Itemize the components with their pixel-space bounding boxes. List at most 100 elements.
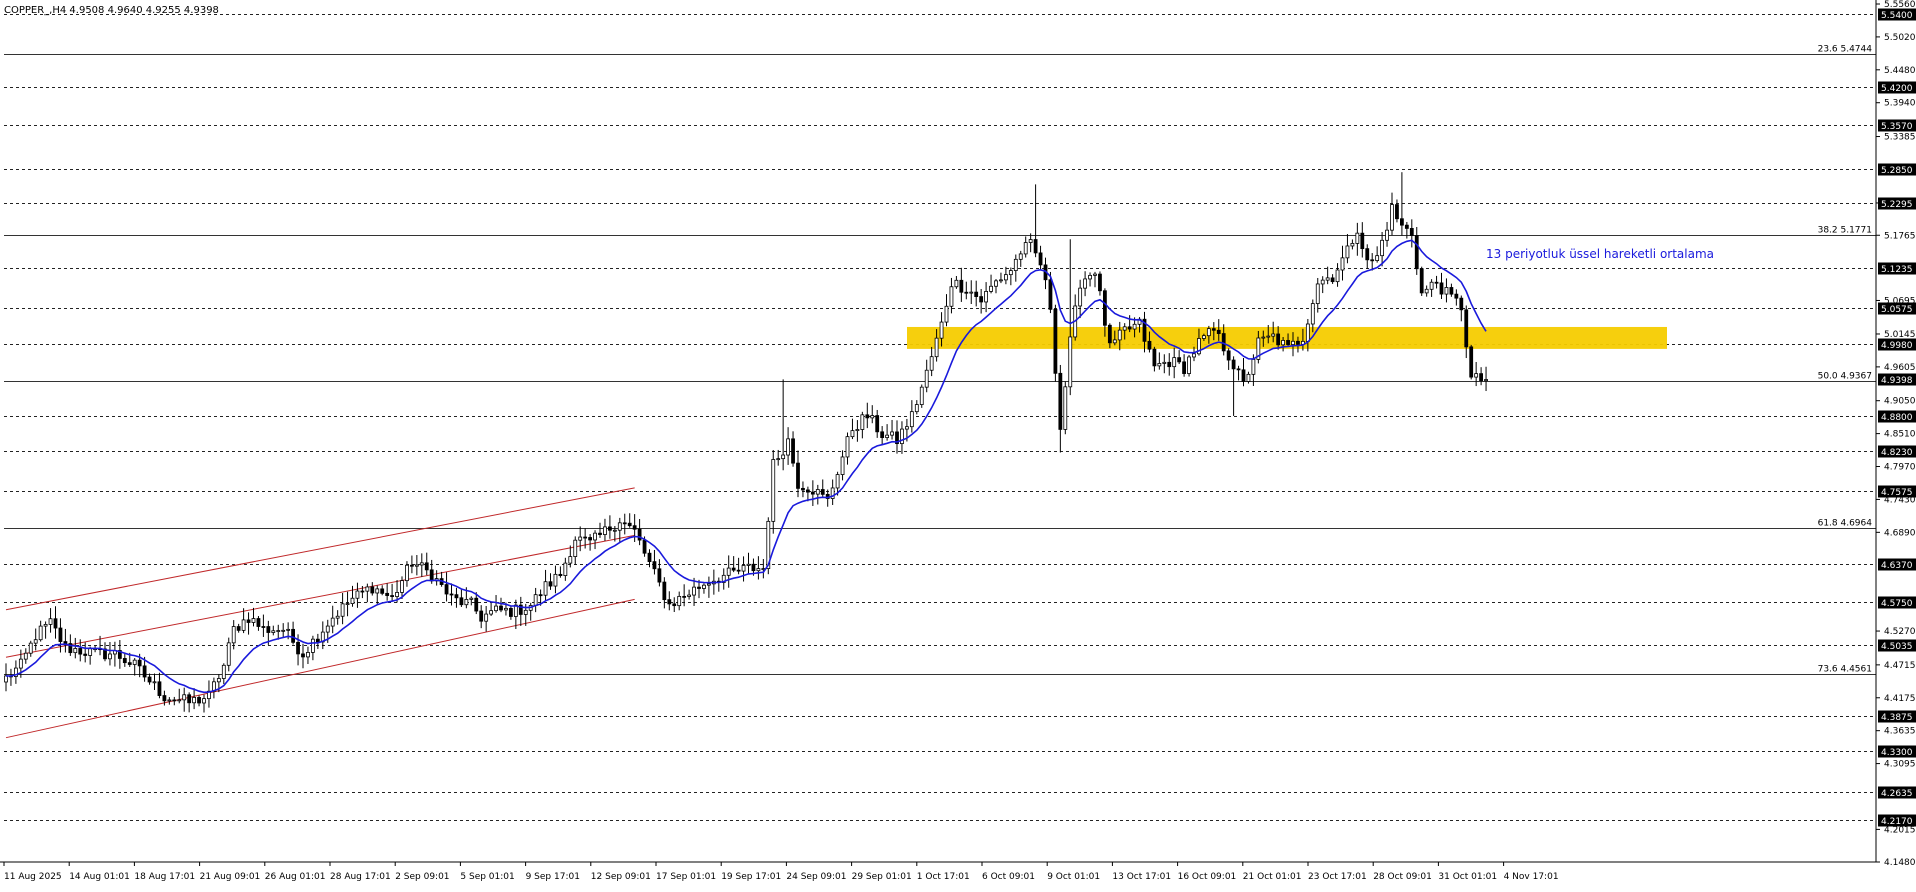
candle-body bbox=[325, 625, 330, 633]
candle-body bbox=[543, 581, 548, 596]
candle-body bbox=[1172, 357, 1177, 368]
candle-body bbox=[182, 694, 187, 701]
candle-body bbox=[23, 652, 28, 660]
candle-body bbox=[306, 652, 310, 658]
candle-body bbox=[617, 522, 622, 531]
candle-body bbox=[1419, 268, 1424, 294]
candle-body bbox=[1157, 363, 1162, 367]
candle-body bbox=[355, 590, 360, 599]
candle-body bbox=[142, 665, 147, 678]
candle-body bbox=[890, 431, 894, 436]
candle-body bbox=[627, 522, 632, 527]
time-tick-label: 14 Aug 01:01 bbox=[69, 872, 130, 882]
chart-background bbox=[0, 0, 1916, 888]
candle-body bbox=[137, 659, 142, 667]
candle-body bbox=[395, 591, 399, 597]
level-price-label: 4.8230 bbox=[1881, 448, 1913, 458]
fibonacci-label: 61.8 4.6964 bbox=[1818, 519, 1873, 529]
candle-body bbox=[192, 697, 197, 704]
candle-body bbox=[1103, 290, 1107, 326]
price-tick-label: 4.4175 bbox=[1884, 694, 1916, 704]
candle-body bbox=[999, 279, 1003, 282]
candle-body bbox=[38, 625, 43, 641]
time-tick-label: 23 Oct 17:01 bbox=[1308, 872, 1367, 882]
candle-body bbox=[1484, 379, 1488, 382]
level-price-label: 5.3570 bbox=[1881, 122, 1913, 132]
candle-body bbox=[43, 624, 48, 627]
candle-body bbox=[632, 525, 637, 530]
candle-body bbox=[1018, 253, 1023, 260]
candle-body bbox=[390, 595, 395, 597]
candle-body bbox=[83, 653, 88, 656]
candle-body bbox=[1246, 373, 1251, 382]
candle-body bbox=[870, 415, 875, 419]
candle-body bbox=[1182, 361, 1186, 374]
level-price-label: 4.3875 bbox=[1881, 713, 1913, 723]
candle-body bbox=[360, 590, 365, 593]
candle-body bbox=[994, 280, 998, 287]
candle-body bbox=[810, 491, 815, 495]
candle-body bbox=[1038, 252, 1043, 266]
price-tick-label: 4.7970 bbox=[1884, 463, 1916, 473]
candle-body bbox=[885, 434, 889, 438]
candle-body bbox=[73, 648, 78, 654]
candle-body bbox=[845, 436, 850, 458]
candle-body bbox=[583, 536, 588, 539]
time-tick-label: 29 Sep 01:01 bbox=[852, 872, 912, 882]
candle-body bbox=[1226, 350, 1231, 361]
candle-body bbox=[598, 532, 602, 535]
candle-body bbox=[256, 618, 261, 627]
level-price-label: 4.8800 bbox=[1881, 413, 1913, 423]
chart-area: 23.6 5.4744 38.2 5.1771 50.0 4.9367 61.8 4.… bbox=[0, 0, 1916, 888]
candle-body bbox=[682, 595, 687, 598]
candle-body bbox=[1291, 340, 1295, 345]
candle-body bbox=[1167, 361, 1172, 368]
candle-body bbox=[657, 568, 662, 583]
candle-body bbox=[1335, 269, 1340, 283]
candle-body bbox=[370, 586, 375, 594]
candle-body bbox=[1434, 281, 1439, 284]
candle-body bbox=[949, 286, 954, 307]
level-price-label: 5.4200 bbox=[1881, 84, 1913, 94]
candle-body bbox=[53, 618, 58, 629]
candle-body bbox=[553, 573, 558, 587]
time-tick-label: 28 Aug 17:01 bbox=[330, 872, 391, 882]
candle-body bbox=[707, 583, 711, 586]
candle-body bbox=[291, 628, 296, 643]
candle-body bbox=[1479, 373, 1483, 382]
price-tick-label: 4.9050 bbox=[1884, 397, 1916, 407]
candle-body bbox=[776, 458, 781, 461]
candle-body bbox=[167, 699, 172, 702]
candle-body bbox=[340, 603, 345, 617]
candle-body bbox=[736, 569, 741, 572]
candle-body bbox=[1177, 357, 1182, 363]
candle-body bbox=[241, 619, 246, 631]
candle-body bbox=[1330, 277, 1335, 283]
candle-body bbox=[652, 561, 657, 570]
price-tick-label: 4.5270 bbox=[1884, 627, 1916, 637]
candle-body bbox=[1355, 232, 1360, 244]
candle-body bbox=[796, 462, 800, 489]
candle-body bbox=[608, 526, 612, 531]
candle-body bbox=[1370, 259, 1375, 262]
fibonacci-label: 38.2 5.1771 bbox=[1818, 226, 1872, 236]
candle-body bbox=[1469, 346, 1474, 378]
candle-body bbox=[281, 629, 286, 632]
candle-body bbox=[1404, 224, 1409, 229]
candle-body bbox=[1360, 232, 1365, 250]
candle-body bbox=[820, 489, 825, 495]
candle-body bbox=[1063, 386, 1068, 430]
candle-body bbox=[375, 588, 380, 594]
candle-body bbox=[400, 580, 404, 593]
candle-body bbox=[286, 628, 291, 631]
level-price-label: 4.6370 bbox=[1881, 561, 1913, 571]
candle-body bbox=[251, 618, 256, 623]
candle-body bbox=[1315, 283, 1320, 304]
candle-body bbox=[1296, 340, 1300, 345]
candle-body bbox=[1474, 373, 1479, 378]
time-tick-label: 17 Sep 01:01 bbox=[656, 872, 716, 882]
candle-body bbox=[1409, 228, 1414, 236]
candle-body bbox=[172, 699, 177, 702]
candle-body bbox=[1365, 248, 1370, 261]
candle-body bbox=[1028, 239, 1033, 243]
